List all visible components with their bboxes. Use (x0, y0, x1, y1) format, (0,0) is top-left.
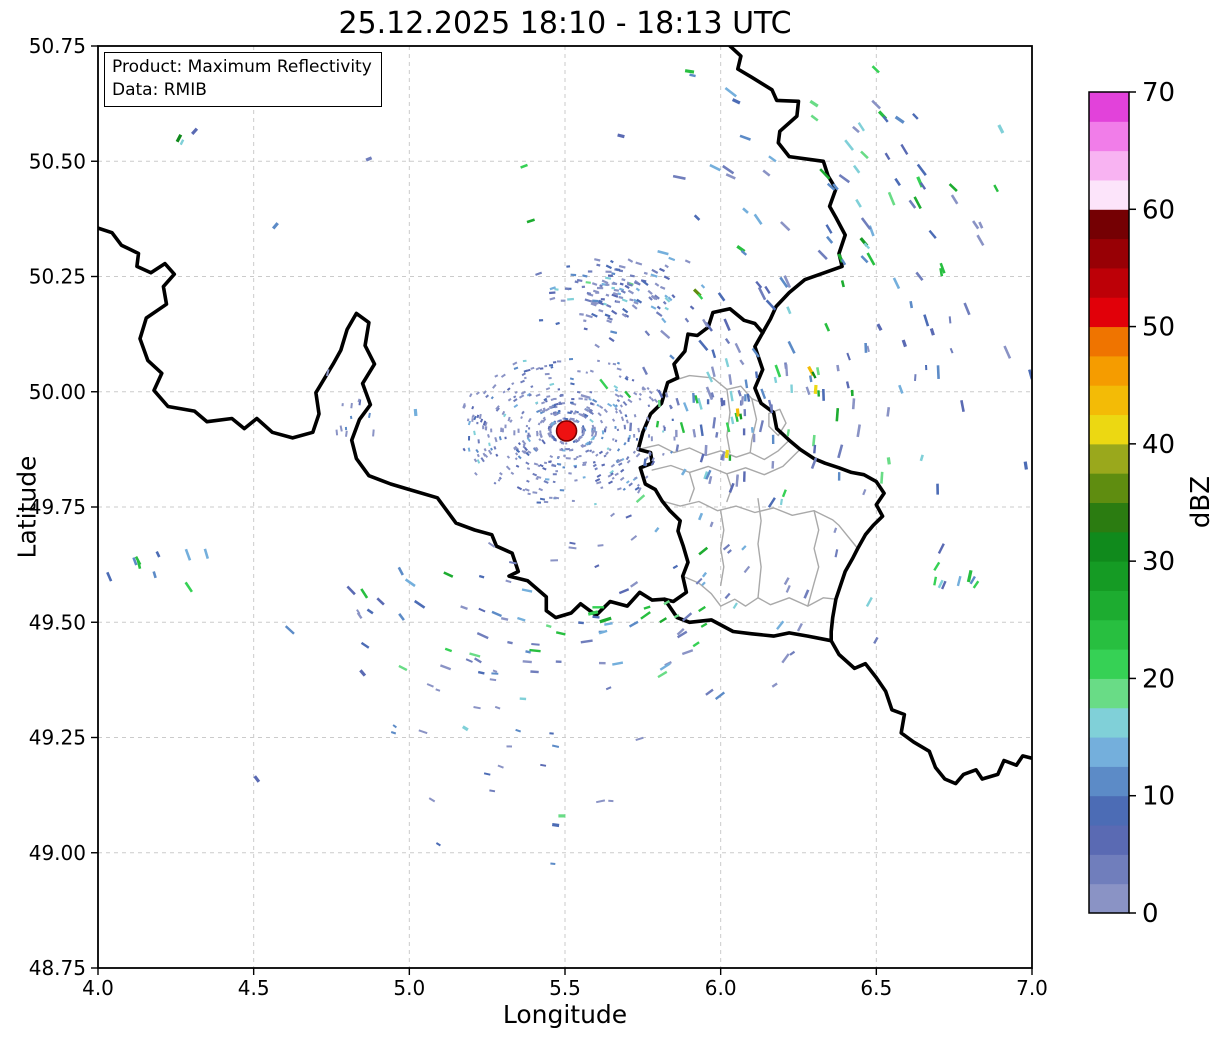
x-tick-label: 4.0 (82, 976, 114, 1000)
region-borders (638, 376, 858, 606)
colorbar-tick-label: 50 (1142, 313, 1175, 343)
x-tick-label: 5.0 (393, 976, 425, 1000)
colorbar-tick-label: 20 (1142, 664, 1175, 694)
colorbar-tick-label: 0 (1142, 899, 1159, 929)
x-axis-label: Longitude (98, 1000, 1032, 1029)
x-tick-label: 6.5 (860, 976, 892, 1000)
product-line: Product: Maximum Reflectivity (112, 56, 372, 79)
colorbar-label: dBZ (1186, 476, 1216, 528)
radar-map-canvas: 4.0 4.5 5.0 5.5 6.0 6.5 7.0 48.75 49.00 49.25 49.5… (0, 0, 1219, 1040)
x-tick-label: 5.5 (549, 976, 581, 1000)
grid-lines (98, 46, 1032, 968)
colorbar-tick-label: 60 (1142, 195, 1175, 225)
y-tick-label: 50.25 (29, 265, 86, 289)
radar-echoes (107, 66, 1154, 864)
data-source-line: Data: RMIB (112, 79, 372, 102)
x-tick-label: 6.0 (705, 976, 737, 1000)
product-info-box: Product: Maximum Reflectivity Data: RMIB (104, 52, 382, 107)
colorbar: 0 10 20 30 40 50 60 70 (1089, 78, 1175, 929)
y-tick-label: 49.00 (29, 841, 86, 865)
y-tick-label: 48.75 (29, 956, 86, 980)
y-tick-label: 50.50 (29, 149, 86, 173)
y-tick-label: 50.75 (29, 34, 86, 58)
colorbar-tick-label: 10 (1142, 782, 1175, 812)
y-axis-label: Latitude (13, 456, 42, 559)
x-tick-label: 7.0 (1016, 976, 1048, 1000)
x-tick-label: 4.5 (238, 976, 270, 1000)
colorbar-tick-label: 30 (1142, 547, 1175, 577)
axis-ticks (91, 46, 1032, 975)
colorbar-tick-label: 70 (1142, 78, 1175, 108)
radar-figure: 25.12.2025 18:10 - 18:13 UTC 4.04.55.05.… (0, 0, 1219, 1040)
colorbar-tick-label: 40 (1142, 430, 1175, 460)
y-tick-label: 49.50 (29, 610, 86, 634)
y-tick-label: 50.00 (29, 380, 86, 404)
radar-location-marker (557, 421, 577, 441)
y-tick-label: 49.25 (29, 726, 86, 750)
